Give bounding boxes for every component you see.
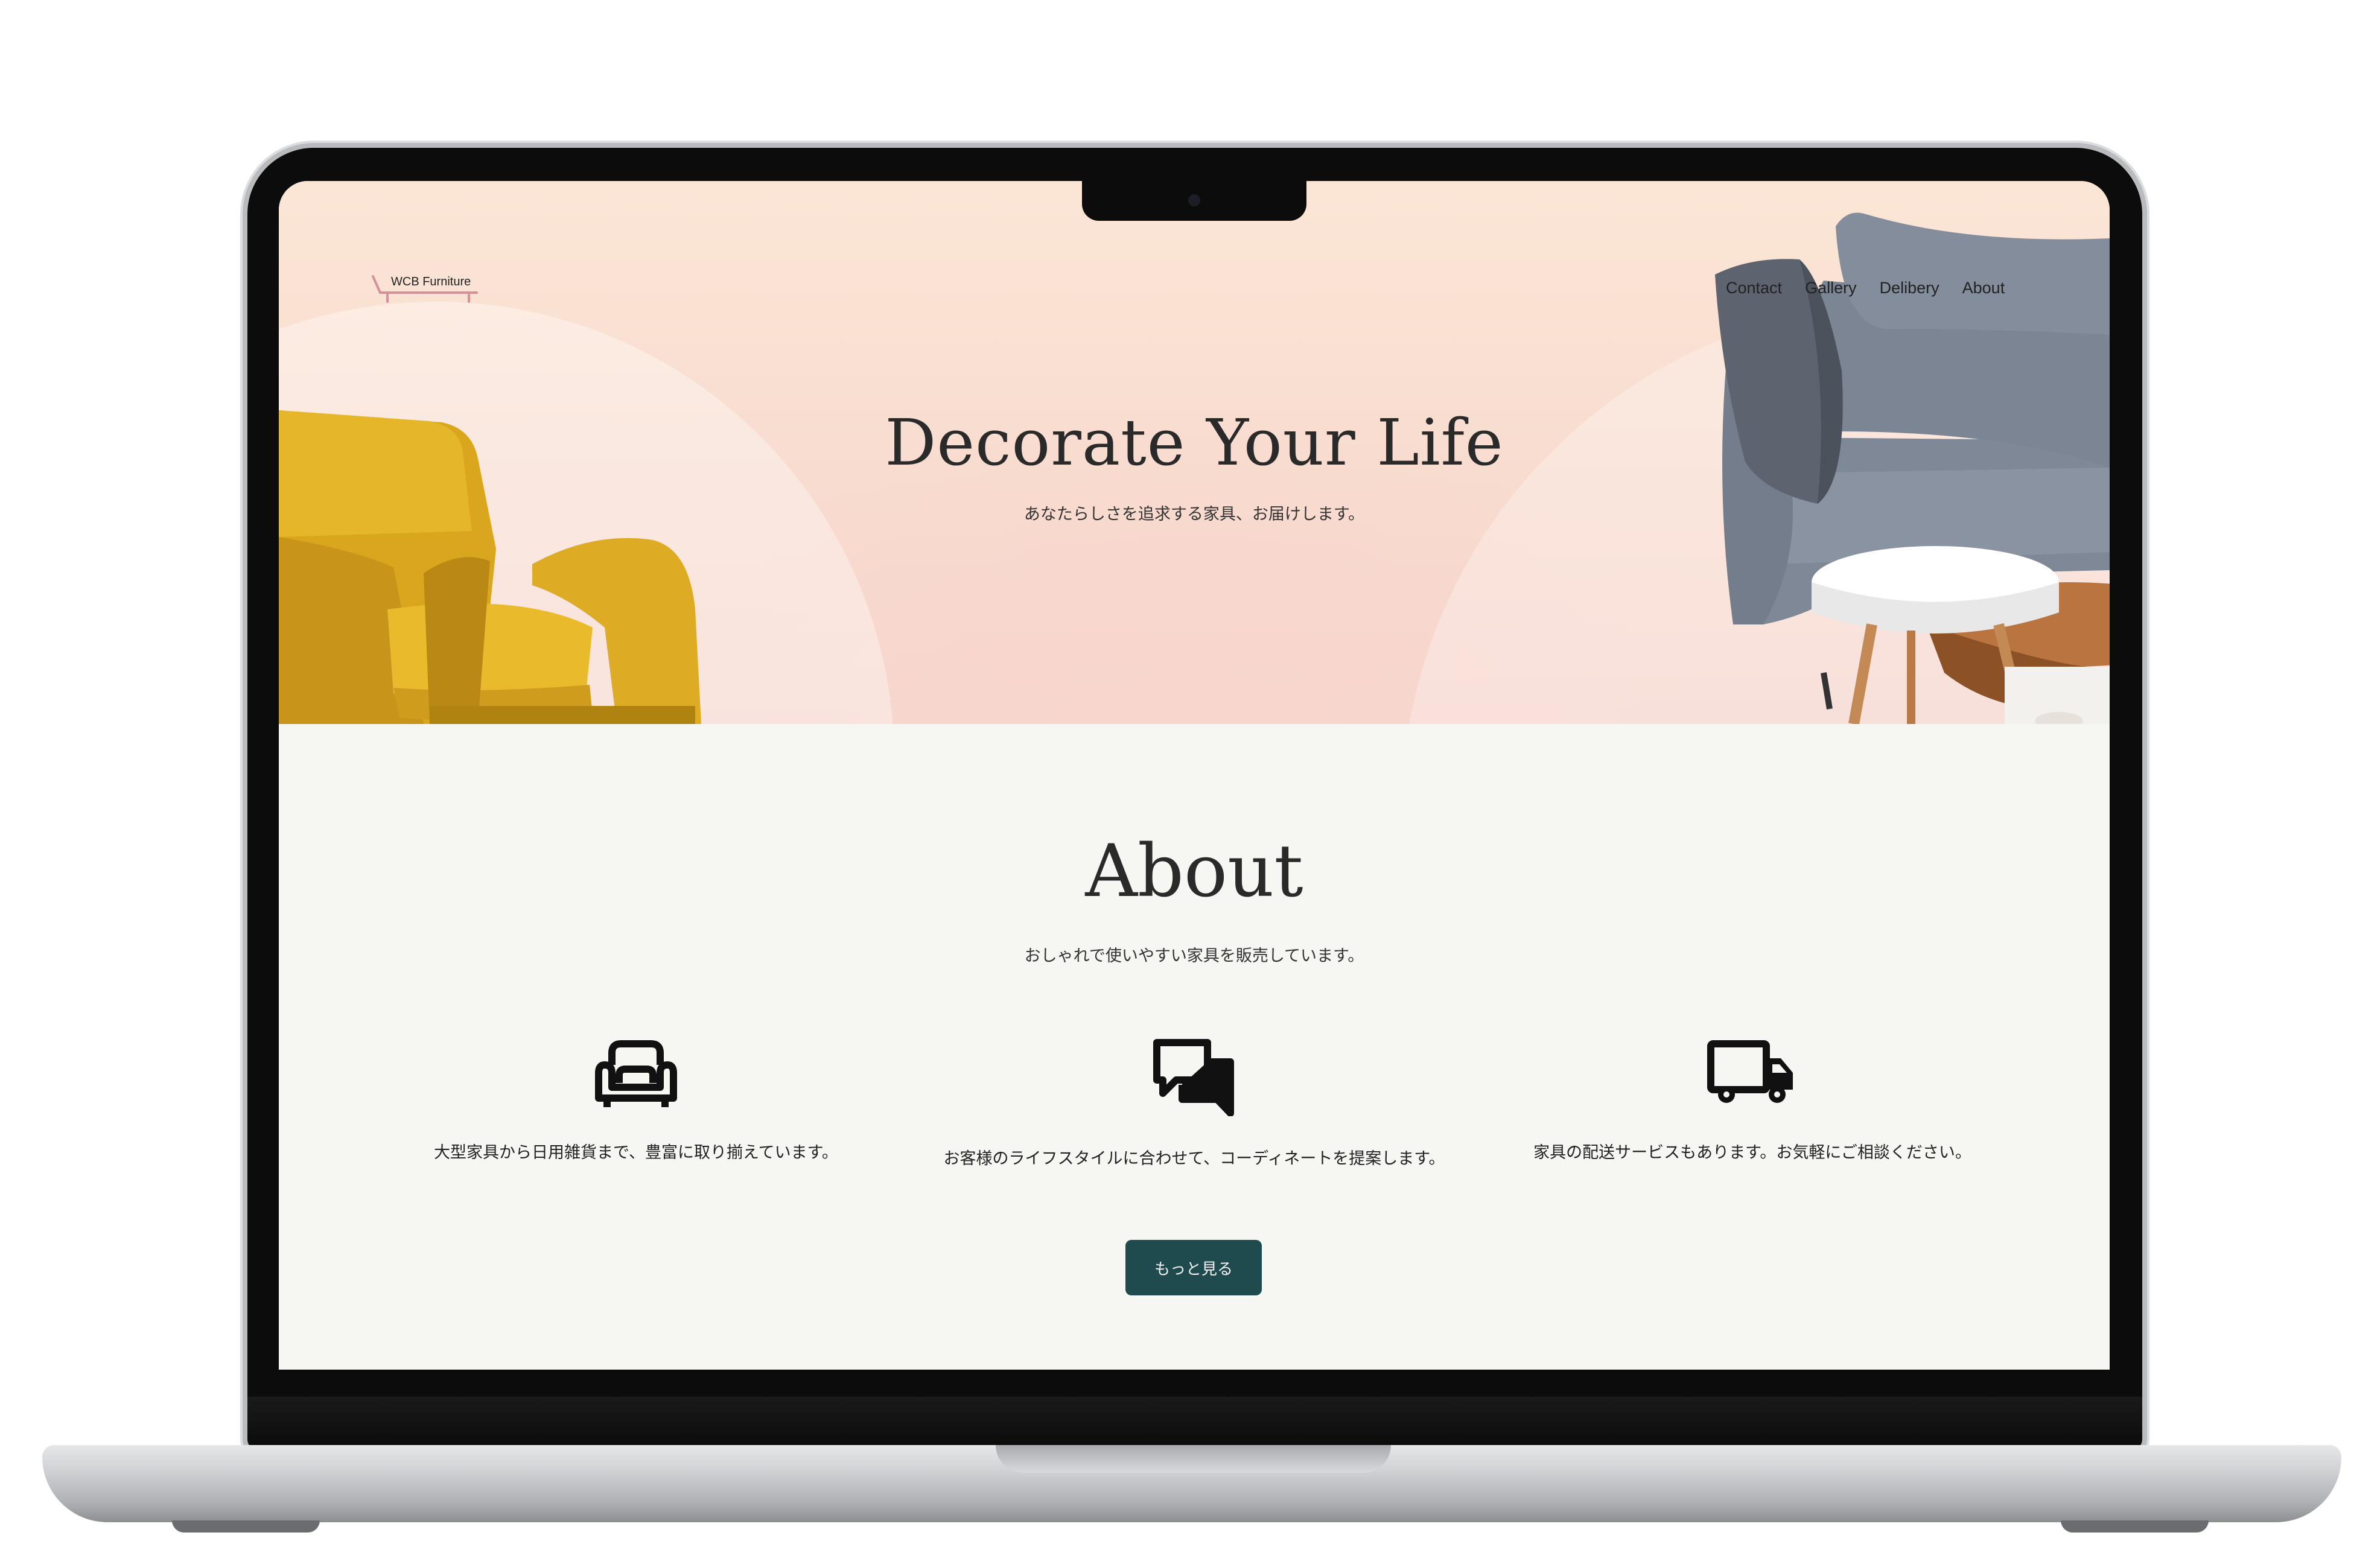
hero-section: WCB Furniture Contact Gallery Delibery A… xyxy=(279,181,2110,724)
laptop-foot-right xyxy=(2061,1520,2209,1533)
camera-icon xyxy=(1188,194,1200,206)
laptop-opening-notch xyxy=(996,1445,1391,1473)
laptop-screen: WCB Furniture Contact Gallery Delibery A… xyxy=(279,181,2110,1370)
about-title: About xyxy=(1085,830,1303,913)
laptop-foot-left xyxy=(172,1520,320,1533)
feature-item: お客様のライフスタイルに合わせて、コーディネートを提案します。 xyxy=(923,1038,1466,1169)
about-subtitle: おしゃれで使いやすい家具を販売しています。 xyxy=(1024,947,1364,965)
nav-contact[interactable]: Contact xyxy=(1726,279,1782,297)
chat-icon xyxy=(1153,1039,1234,1116)
nav-about[interactable]: About xyxy=(1962,279,2005,297)
feature-text: 家具の配送サービスもあります。お気軽にご相談ください。 xyxy=(1533,1143,1971,1162)
more-button[interactable]: もっと見る xyxy=(1125,1240,1262,1295)
feature-item: 家具の配送サービスもあります。お気軽にご相談ください。 xyxy=(1481,1038,2024,1163)
grey-sofa-image xyxy=(1715,212,2110,724)
logo-text[interactable]: WCB Furniture xyxy=(391,275,471,289)
truck-icon xyxy=(1707,1040,1793,1103)
sofa-icon xyxy=(595,1040,677,1107)
feature-item: 大型家具から日用雑貨まで、豊富に取り揃えています。 xyxy=(364,1038,908,1163)
feature-text: 大型家具から日用雑貨まで、豊富に取り揃えています。 xyxy=(434,1143,838,1162)
camera-notch xyxy=(1082,181,1306,221)
feature-text: お客様のライフスタイルに合わせて、コーディネートを提案します。 xyxy=(943,1149,1445,1168)
nav-gallery[interactable]: Gallery xyxy=(1805,279,1857,297)
nav-delibery[interactable]: Delibery xyxy=(1880,279,1939,297)
